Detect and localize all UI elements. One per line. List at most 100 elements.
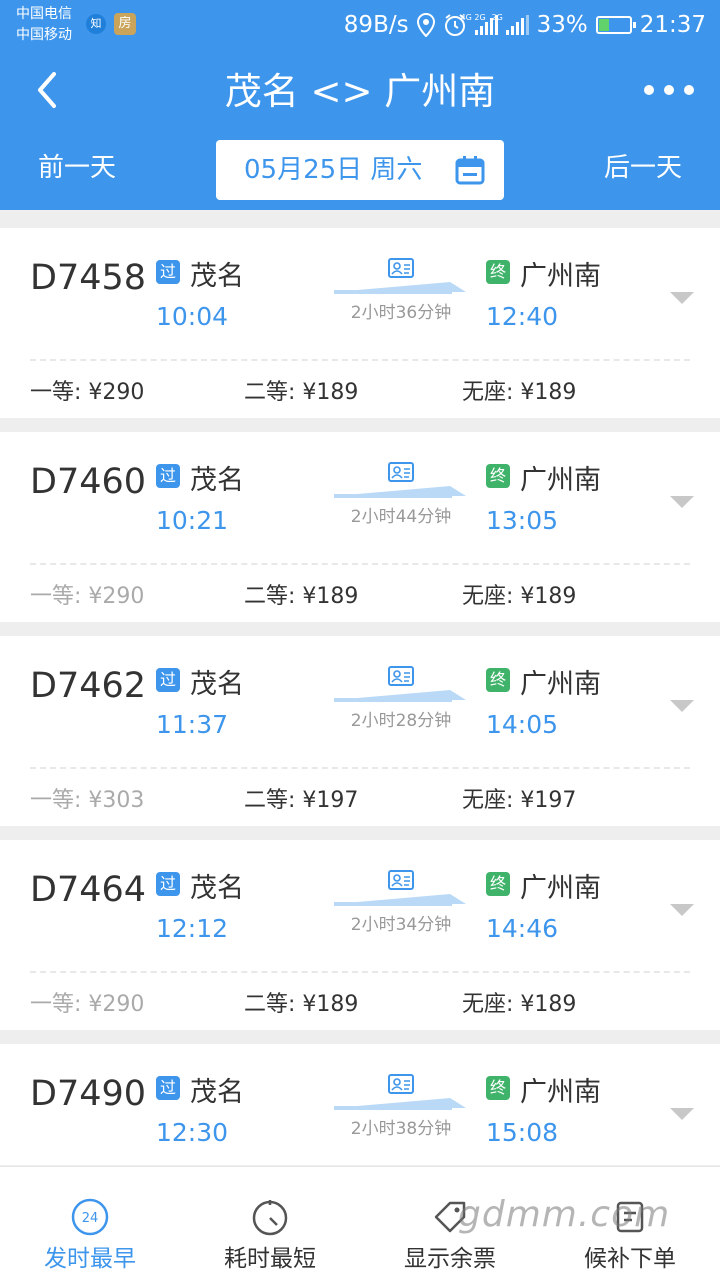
selected-date: 05月25日 周六 — [244, 155, 423, 185]
standing-price: 无座: ¥189 — [462, 992, 577, 1017]
pass-through-tag: 过 — [156, 464, 180, 488]
id-card-icon — [388, 666, 414, 686]
travel-duration: 2小时36分钟 — [350, 303, 452, 323]
second-class-price: 二等: ¥189 — [244, 584, 359, 609]
calendar-icon — [455, 156, 485, 185]
departure-time: 10:04 — [156, 302, 229, 331]
id-card-icon — [388, 1074, 414, 1094]
arrival-station: 广州南 — [520, 669, 601, 700]
departure-time: 12:30 — [156, 1118, 229, 1147]
divider — [30, 971, 690, 973]
route-arrow-icon — [334, 282, 466, 294]
zhihu-notification-icon: 知 — [86, 14, 106, 34]
sort-shortest-button[interactable]: 耗时最短 — [180, 1167, 360, 1280]
show-remaining-label: 显示余票 — [404, 1246, 496, 1272]
date-picker[interactable]: 05月25日 周六 — [216, 140, 504, 200]
arrival-time: 14:46 — [486, 914, 559, 943]
pass-through-tag: 过 — [156, 260, 180, 284]
train-card[interactable]: D7490 过 茂名 12:30 2小时38分钟 终 广州南 15:08 — [0, 1044, 720, 1165]
arrival-time: 14:05 — [486, 710, 559, 739]
standing-price: 无座: ¥189 — [462, 584, 577, 609]
second-class-price: 二等: ¥197 — [244, 788, 359, 813]
network-speed: 89B/s — [343, 12, 409, 38]
arrival-station: 广州南 — [520, 1077, 601, 1108]
train-number: D7490 — [30, 1074, 147, 1114]
standing-price: 无座: ¥189 — [462, 380, 577, 405]
travel-duration: 2小时44分钟 — [350, 507, 452, 527]
battery-percent: 33% — [536, 12, 588, 38]
carrier-info: 中国电信 中国移动 — [16, 4, 72, 46]
clock: 21:37 — [639, 12, 706, 38]
housing-notification-icon: 房 — [114, 13, 136, 35]
carrier-1: 中国电信 — [16, 6, 72, 22]
departure-time: 11:37 — [156, 710, 229, 739]
battery-icon — [595, 16, 636, 34]
watermark: gdmm.com — [458, 1194, 671, 1235]
first-class-price: 一等: ¥303 — [30, 788, 145, 813]
waitlist-label: 候补下单 — [584, 1246, 676, 1272]
arrival-time: 12:40 — [486, 302, 559, 331]
clock-24-icon: 24 — [71, 1198, 109, 1236]
terminus-tag: 终 — [486, 464, 510, 488]
travel-duration: 2小时28分钟 — [350, 711, 452, 731]
stopwatch-icon — [252, 1200, 288, 1236]
status-indicators: 89B/s 4G 2G 2G 33% 21:37 — [344, 10, 706, 40]
pass-through-tag: 过 — [156, 872, 180, 896]
standing-price: 无座: ¥197 — [462, 788, 577, 813]
train-card[interactable]: D7464 过 茂名 12:12 2小时34分钟 终 广州南 14:46 一等:… — [0, 840, 720, 1030]
route-arrow-icon — [334, 1098, 466, 1110]
status-bar: 中国电信 中国移动 知 房 89B/s 4G 2G 2G 33% 21:37 — [0, 0, 720, 50]
header: 茂名 <> 广州南 前一天 05月25日 周六 后一天 — [0, 50, 720, 210]
first-class-price: 一等: ¥290 — [30, 380, 145, 405]
sort-shortest-label: 耗时最短 — [224, 1246, 316, 1272]
id-card-icon — [388, 870, 414, 890]
arrival-time: 15:08 — [486, 1118, 559, 1147]
train-number: D7462 — [30, 666, 147, 706]
pass-through-tag: 过 — [156, 668, 180, 692]
train-card[interactable]: D7458 过 茂名 10:04 2小时36分钟 终 广州南 12:40 一等:… — [0, 228, 720, 418]
location-icon — [416, 13, 435, 37]
pass-through-tag: 过 — [156, 1076, 180, 1100]
departure-station: 茂名 — [190, 1077, 244, 1108]
prev-day-button[interactable]: 前一天 — [38, 150, 116, 186]
departure-time: 10:21 — [156, 506, 229, 535]
sort-earliest-label: 发时最早 — [44, 1246, 136, 1272]
route-title: 茂名 <> 广州南 — [224, 70, 496, 113]
expand-icon[interactable] — [670, 496, 694, 510]
route-arrow-icon — [334, 690, 466, 702]
route-arrow-icon — [334, 486, 466, 498]
expand-icon[interactable] — [670, 1108, 694, 1122]
first-class-price: 一等: ¥290 — [30, 584, 145, 609]
arrival-time: 13:05 — [486, 506, 559, 535]
terminus-tag: 终 — [486, 1076, 510, 1100]
travel-duration: 2小时34分钟 — [350, 915, 452, 935]
divider — [30, 767, 690, 769]
arrival-station: 广州南 — [520, 465, 601, 496]
next-day-button[interactable]: 后一天 — [604, 150, 682, 186]
expand-icon[interactable] — [670, 700, 694, 714]
train-list: D7458 过 茂名 10:04 2小时36分钟 终 广州南 12:40 一等:… — [0, 210, 720, 1165]
terminus-tag: 终 — [486, 260, 510, 284]
departure-time: 12:12 — [156, 914, 229, 943]
divider — [30, 359, 690, 361]
more-options-icon[interactable] — [644, 80, 694, 100]
sort-earliest-button[interactable]: 24 发时最早 — [0, 1167, 180, 1280]
train-card[interactable]: D7462 过 茂名 11:37 2小时28分钟 终 广州南 14:05 一等:… — [0, 636, 720, 826]
divider — [30, 563, 690, 565]
arrival-station: 广州南 — [520, 261, 601, 292]
id-card-icon — [388, 258, 414, 278]
train-card[interactable]: D7460 过 茂名 10:21 2小时44分钟 终 广州南 13:05 一等:… — [0, 432, 720, 622]
expand-icon[interactable] — [670, 292, 694, 306]
route-arrow-icon — [334, 894, 466, 906]
departure-station: 茂名 — [190, 261, 244, 292]
id-card-icon — [388, 462, 414, 482]
carrier-2: 中国移动 — [16, 27, 72, 43]
train-number: D7464 — [30, 870, 147, 910]
second-class-price: 二等: ¥189 — [244, 380, 359, 405]
arrival-station: 广州南 — [520, 873, 601, 904]
terminus-tag: 终 — [486, 872, 510, 896]
departure-station: 茂名 — [190, 465, 244, 496]
departure-station: 茂名 — [190, 873, 244, 904]
expand-icon[interactable] — [670, 904, 694, 918]
second-class-price: 二等: ¥189 — [244, 992, 359, 1017]
